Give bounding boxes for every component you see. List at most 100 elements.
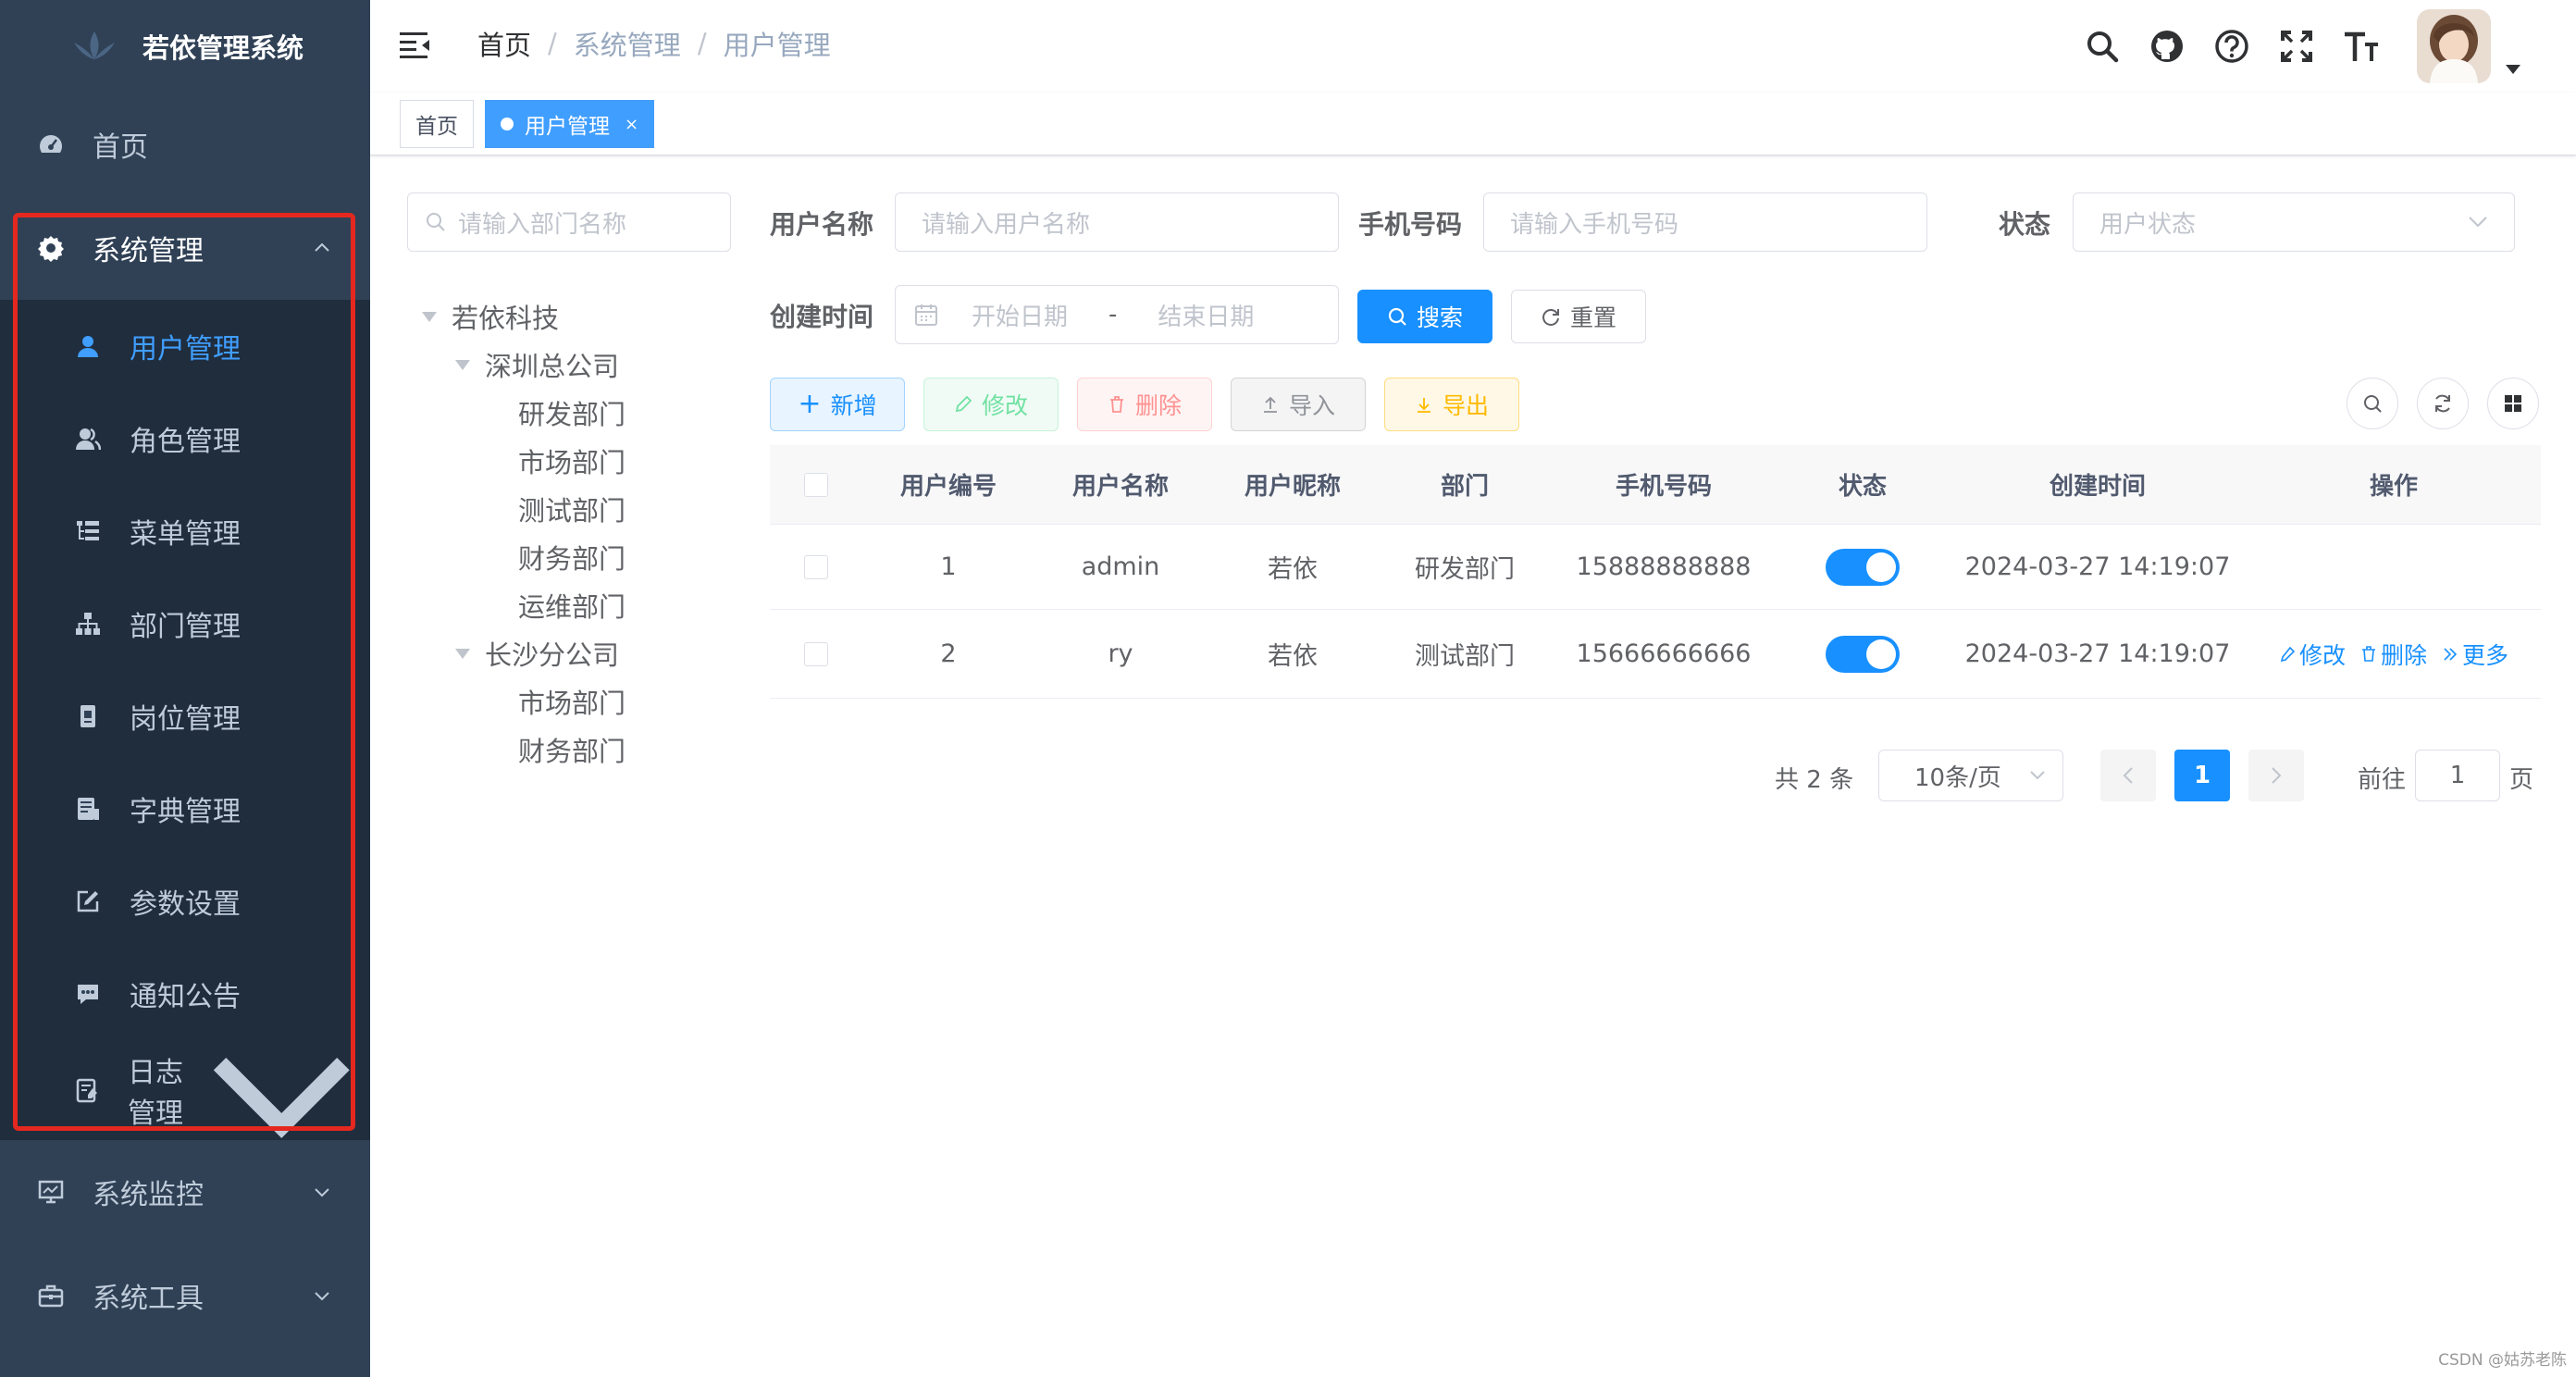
table-header: 用户编号 用户名称 用户昵称 部门 手机号码 状态 创建时间 操作 <box>770 445 2541 525</box>
hamburger-icon[interactable] <box>400 31 431 60</box>
sidebar-item-config[interactable]: 参数设置 <box>0 855 370 948</box>
sidebar-item-label: 系统管理 <box>93 235 204 267</box>
sidebar-item-role[interactable]: 角色管理 <box>0 392 370 485</box>
sidebar-item-tool[interactable]: 系统工具 <box>0 1244 370 1347</box>
fullscreen-icon[interactable] <box>2278 28 2315 65</box>
sidebar-item-dict[interactable]: 字典管理 <box>0 763 370 855</box>
sidebar-item-monitor[interactable]: 系统监控 <box>0 1140 370 1244</box>
sidebar-item-menu[interactable]: 菜单管理 <box>0 485 370 577</box>
status-select[interactable]: 用户状态 <box>2073 192 2515 252</box>
tree-node[interactable]: 长沙分公司 <box>455 634 619 673</box>
sidebar-item-system[interactable]: 系统管理 <box>0 196 370 300</box>
tree-node[interactable]: 深圳总公司 <box>455 345 619 384</box>
tree-node[interactable]: 财务部门 <box>518 538 625 577</box>
export-button[interactable]: 导出 <box>1384 378 1519 431</box>
sidebar-item-label: 用户管理 <box>130 333 241 366</box>
row-more-label: 更多 <box>2462 641 2509 669</box>
prev-page-button[interactable] <box>2100 750 2156 801</box>
sidebar-item-label: 部门管理 <box>130 611 241 643</box>
tree-node-label: 若依科技 <box>452 303 560 334</box>
tree-node-label: 财务部门 <box>518 736 626 767</box>
cell-created: 2024-03-27 14:19:07 <box>1964 639 2231 668</box>
github-icon[interactable] <box>2149 28 2186 65</box>
caret-down-icon[interactable] <box>422 311 437 322</box>
status-switch[interactable] <box>1826 635 1900 673</box>
phone-input[interactable]: 请输入手机号码 <box>1483 192 1927 252</box>
column-header: 用户名称 <box>1071 473 1169 501</box>
caret-down-icon[interactable] <box>455 359 470 370</box>
toggle-search-button[interactable] <box>2347 378 2398 429</box>
date-range-picker[interactable]: 开始日期 - 结束日期 <box>895 285 1339 344</box>
sidebar-item-dept[interactable]: 部门管理 <box>0 577 370 670</box>
goto-page-input[interactable]: 1 <box>2415 750 2500 801</box>
cell-created: 2024-03-27 14:19:07 <box>1964 552 2231 581</box>
cell-dept: 研发部门 <box>1415 555 1515 584</box>
username-label: 用户名称 <box>770 209 874 240</box>
row-delete-link[interactable]: 删除 <box>2360 638 2427 671</box>
search-button[interactable]: 搜索 <box>1357 290 1492 343</box>
logo[interactable]: 若依管理系统 <box>0 0 370 93</box>
tree-node[interactable]: 测试部门 <box>518 490 625 528</box>
main-content: 请输入部门名称 若依科技 深圳总公司 研发部门 市场部门 测试部门 财务部门 运… <box>370 155 2576 1377</box>
message-icon <box>74 980 102 1008</box>
app-title: 若依管理系统 <box>142 32 303 64</box>
breadcrumb-home[interactable]: 首页 <box>477 24 531 63</box>
close-icon[interactable]: × <box>625 115 638 134</box>
row-checkbox[interactable] <box>804 641 828 666</box>
columns-button[interactable] <box>2487 378 2539 429</box>
import-button-label: 导入 <box>1288 392 1335 419</box>
row-edit-link[interactable]: 修改 <box>2279 638 2346 671</box>
dept-search-placeholder: 请输入部门名称 <box>458 210 627 239</box>
search-icon[interactable] <box>2084 28 2121 65</box>
cell-username: admin <box>1081 552 1160 581</box>
row-checkbox[interactable] <box>804 554 828 579</box>
double-arrow-right-icon <box>2444 647 2458 661</box>
refresh-button[interactable] <box>2417 378 2469 429</box>
tree-node[interactable]: 研发部门 <box>518 393 625 432</box>
tree-node[interactable]: 财务部门 <box>518 730 625 769</box>
tag-user-management[interactable]: 用户管理 × <box>485 100 655 148</box>
add-button[interactable]: + 新增 <box>770 378 905 431</box>
tree-node[interactable]: 市场部门 <box>518 682 625 721</box>
edit-button[interactable]: 修改 <box>923 378 1059 431</box>
column-header: 用户昵称 <box>1244 473 1341 501</box>
column-header: 部门 <box>1440 473 1489 501</box>
sidebar-item-label: 系统监控 <box>93 1179 204 1211</box>
reset-button[interactable]: 重置 <box>1511 290 1646 343</box>
range-separator: - <box>1108 301 1118 329</box>
status-switch[interactable] <box>1826 548 1900 586</box>
sidebar-item-post[interactable]: 岗位管理 <box>0 670 370 763</box>
chevron-up-icon <box>315 242 329 252</box>
tree-node[interactable]: 市场部门 <box>518 441 625 480</box>
grid-icon <box>2505 395 2521 412</box>
goto-label: 前往 <box>2358 766 2407 794</box>
breadcrumb-system: 系统管理 <box>573 30 681 61</box>
tree-node-root[interactable]: 若依科技 <box>422 297 559 336</box>
sidebar-item-home[interactable]: 首页 <box>0 93 370 196</box>
sidebar-item-user[interactable]: 用户管理 <box>0 300 370 392</box>
page-size-select[interactable]: 10条/页 <box>1878 750 2063 801</box>
next-page-button[interactable] <box>2248 750 2304 801</box>
tag-home[interactable]: 首页 <box>400 100 474 148</box>
caret-down-icon[interactable] <box>2506 65 2520 74</box>
select-all-checkbox[interactable] <box>804 472 828 497</box>
avatar[interactable] <box>2417 9 2491 83</box>
navbar-actions <box>2084 9 2520 83</box>
search-button-label: 搜索 <box>1416 304 1463 331</box>
page-number-current[interactable]: 1 <box>2174 750 2230 801</box>
help-icon[interactable] <box>2213 28 2250 65</box>
breadcrumb-separator: / <box>697 28 707 59</box>
dept-search-input[interactable]: 请输入部门名称 <box>407 192 731 252</box>
peoples-icon <box>74 425 102 453</box>
import-button[interactable]: 导入 <box>1231 378 1366 431</box>
submenu-system: 用户管理 角色管理 菜单管理 部门管理 岗位管理 字典管理 参数设置 通知公告 … <box>0 300 370 1140</box>
search-icon <box>1388 307 1406 326</box>
username-input[interactable]: 请输入用户名称 <box>895 192 1339 252</box>
delete-button[interactable]: 删除 <box>1077 378 1212 431</box>
sidebar-item-log[interactable]: 日志管理 <box>0 1040 370 1140</box>
tree-node[interactable]: 运维部门 <box>518 586 625 625</box>
row-more-link[interactable]: 更多 <box>2442 638 2508 671</box>
checkbox-cell <box>770 525 862 609</box>
caret-down-icon[interactable] <box>455 648 470 659</box>
font-size-icon[interactable] <box>2343 28 2380 65</box>
